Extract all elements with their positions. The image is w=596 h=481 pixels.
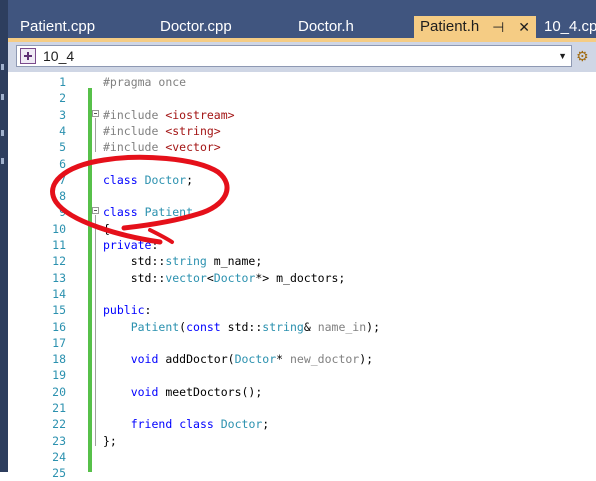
- navigation-bar: 10_4 ▼ ⚙: [8, 42, 596, 72]
- line-number: 11: [52, 238, 66, 252]
- line-number: 13: [52, 270, 66, 285]
- code-line[interactable]: 23};: [8, 433, 596, 449]
- code-line[interactable]: 14: [8, 286, 596, 302]
- code-editor[interactable]: 1 #pragma once 2 3 #include <iostream> 4 #incl…: [8, 72, 596, 480]
- line-number: 17: [52, 335, 66, 350]
- code-text: void meetDoctors();: [130, 384, 263, 399]
- tab-label: Doctor.h: [298, 18, 354, 35]
- edge-marker: [1, 158, 4, 164]
- edge-marker: [1, 94, 4, 100]
- project-scope-dropdown[interactable]: 10_4 ▼: [16, 45, 572, 67]
- tab-doctor-h[interactable]: Doctor.h: [292, 16, 412, 38]
- edge-marker: [1, 130, 4, 136]
- tab-label: Patient.h: [420, 18, 480, 35]
- line-number: 22: [52, 417, 66, 432]
- code-line[interactable]: 7 class Doctor;: [8, 172, 596, 188]
- tab-doctor-cpp[interactable]: Doctor.cpp: [154, 16, 284, 38]
- line-number: 2: [59, 91, 66, 106]
- code-line[interactable]: 21: [8, 400, 596, 416]
- line-number: 18: [52, 352, 66, 367]
- code-line[interactable]: 5 #include <vector>: [8, 139, 596, 155]
- code-text: public:: [103, 303, 152, 318]
- tab-label: Patient.cpp: [20, 18, 96, 35]
- line-number: 4: [59, 123, 66, 138]
- code-text: private:: [103, 238, 159, 252]
- code-line[interactable]: 8: [8, 188, 596, 204]
- code-line[interactable]: 24: [8, 449, 596, 465]
- tab-patient-h[interactable]: Patient.h ⊣ ✕: [414, 16, 536, 38]
- collapse-icon[interactable]: [92, 207, 99, 215]
- fold-guide: [95, 215, 96, 446]
- code-line[interactable]: 2: [8, 90, 596, 106]
- code-text: Patient(const std::string& name_in);: [130, 319, 381, 334]
- code-line[interactable]: 22 friend class Doctor;: [8, 416, 596, 432]
- code-line[interactable]: 25: [8, 465, 596, 481]
- code-text: friend class Doctor;: [130, 417, 270, 432]
- code-line[interactable]: 16 Patient(const std::string& name_in);: [8, 319, 596, 335]
- code-line[interactable]: 18 void addDoctor(Doctor* new_doctor);: [8, 351, 596, 367]
- code-line[interactable]: 9 class Patient: [8, 204, 596, 220]
- line-number: 12: [52, 254, 66, 269]
- pin-icon[interactable]: ⊣: [492, 19, 504, 35]
- line-number: 25: [52, 466, 66, 481]
- code-line[interactable]: 3 #include <iostream>: [8, 107, 596, 123]
- line-number: 9: [59, 205, 66, 220]
- code-line[interactable]: 1 #pragma once: [8, 74, 596, 90]
- code-text: class Doctor;: [103, 172, 194, 187]
- code-line[interactable]: 17: [8, 335, 596, 351]
- tab-label: 10_4.cpp: [544, 18, 596, 35]
- line-number: 5: [59, 140, 66, 155]
- line-number: 10: [52, 221, 66, 236]
- line-number: 3: [59, 107, 66, 122]
- project-icon: [20, 48, 36, 64]
- code-text: #include <vector>: [103, 140, 221, 155]
- code-line[interactable]: 10 {: [8, 221, 596, 237]
- code-line[interactable]: 20 void meetDoctors();: [8, 384, 596, 400]
- tab-label: Doctor.cpp: [160, 18, 232, 35]
- line-number: 1: [59, 75, 66, 89]
- line-number: 20: [52, 384, 66, 399]
- close-icon[interactable]: ✕: [518, 19, 530, 35]
- code-line[interactable]: 12 std::string m_name;: [8, 253, 596, 269]
- code-line[interactable]: 11 private:: [8, 237, 596, 253]
- line-number: 23: [52, 433, 66, 448]
- collapse-icon[interactable]: [92, 109, 99, 117]
- document-tab-bar: Patient.cpp Doctor.cpp Doctor.h Patient.…: [8, 0, 596, 42]
- line-number: 6: [59, 156, 66, 171]
- member-scope-icon[interactable]: ⚙: [576, 47, 594, 65]
- code-text: std::string m_name;: [103, 254, 263, 269]
- code-text: std::vector<Doctor*> m_doctors;: [103, 270, 346, 285]
- code-line[interactable]: 19: [8, 367, 596, 383]
- code-line[interactable]: 6: [8, 156, 596, 172]
- code-text: {: [103, 221, 110, 236]
- code-text: #include <string>: [103, 123, 221, 138]
- code-line[interactable]: 13 std::vector<Doctor*> m_doctors;: [8, 270, 596, 286]
- line-number: 21: [52, 401, 66, 415]
- code-text: };: [103, 433, 117, 448]
- line-number: 19: [52, 368, 66, 383]
- code-line[interactable]: 4 #include <string>: [8, 123, 596, 139]
- tab-patient-cpp[interactable]: Patient.cpp: [14, 16, 146, 38]
- code-text: #include <iostream>: [103, 107, 235, 122]
- tab-10-4-cpp[interactable]: 10_4.cpp: [538, 16, 596, 38]
- project-name: 10_4: [43, 48, 75, 64]
- line-number: 15: [52, 303, 66, 318]
- line-number: 8: [59, 189, 66, 204]
- code-text: #pragma once: [103, 75, 187, 89]
- line-number: 7: [59, 172, 66, 187]
- line-number: 14: [52, 286, 66, 301]
- line-number: 24: [52, 449, 66, 464]
- edge-marker: [1, 64, 4, 70]
- window-edge: [0, 0, 8, 472]
- code-line[interactable]: 15 public:: [8, 302, 596, 318]
- code-text: class Patient: [103, 205, 194, 220]
- chevron-down-icon[interactable]: ▼: [558, 46, 567, 66]
- fold-guide: [95, 117, 96, 153]
- line-number: 16: [52, 319, 66, 334]
- code-text: void addDoctor(Doctor* new_doctor);: [130, 352, 374, 367]
